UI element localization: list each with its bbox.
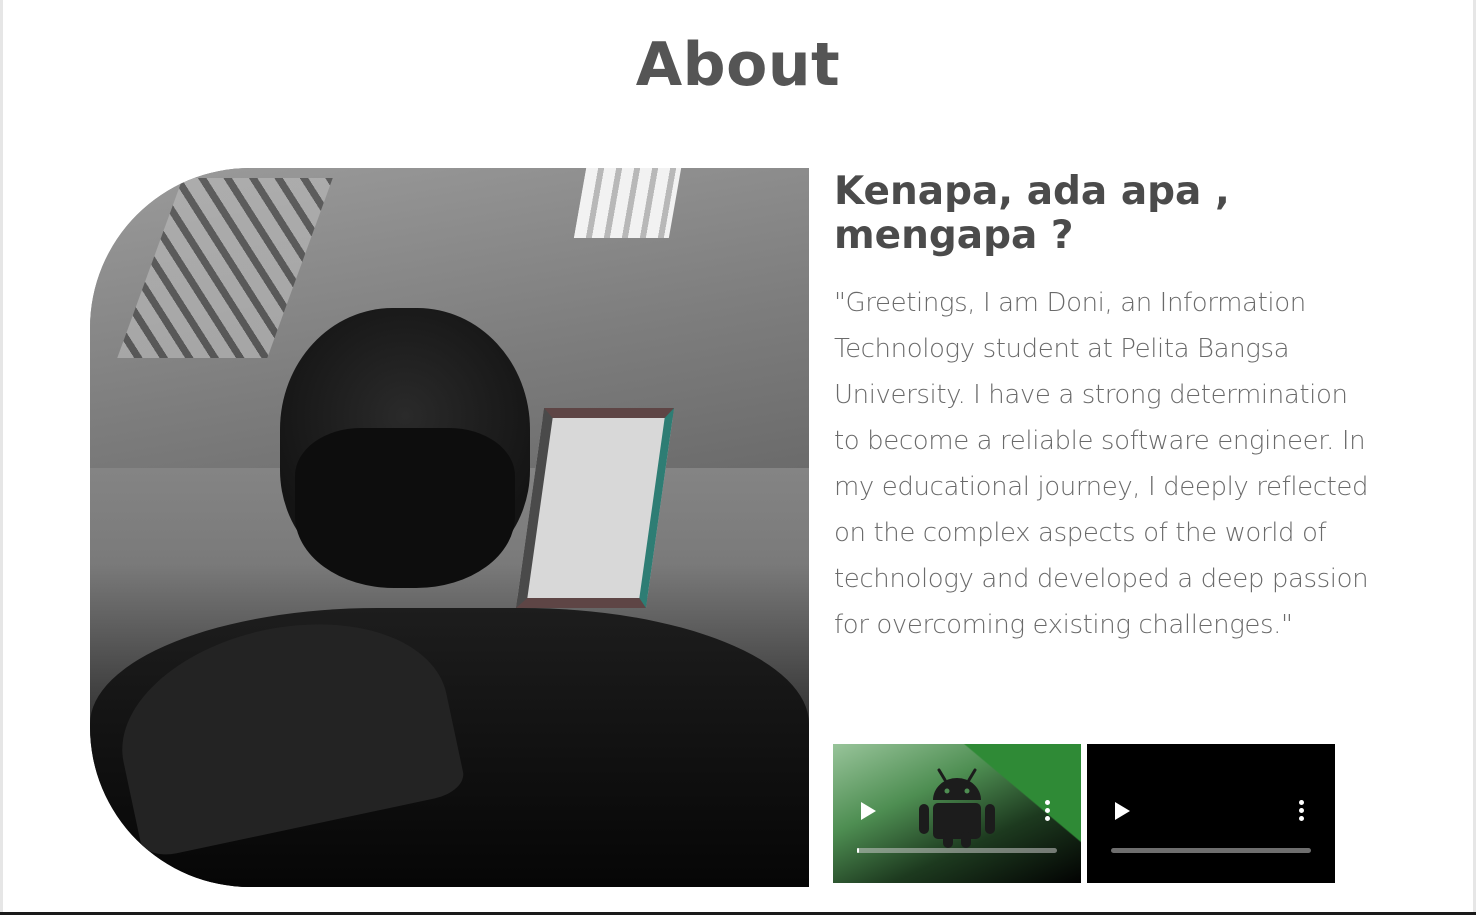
about-bio: "Greetings, I am Doni, an Information Te… [834,288,1369,640]
section-title: About [635,30,841,100]
video-progress-bar[interactable] [1111,848,1311,853]
about-heading: Kenapa, ada apa , mengapa ? [834,169,1230,258]
video-player-1[interactable] [833,744,1081,883]
video-progress-fill [857,848,859,853]
photo-person-mask [295,428,515,588]
profile-photo [90,168,809,887]
video-player-2[interactable] [1087,744,1335,883]
page-border-left [0,0,3,915]
photo-window [515,408,675,608]
play-icon[interactable] [1115,802,1130,820]
play-icon[interactable] [861,802,876,820]
more-options-icon[interactable] [1299,800,1305,822]
photo-ceiling-light [573,168,682,238]
android-icon [919,768,995,848]
video-progress-bar[interactable] [857,848,1057,853]
more-options-icon[interactable] [1045,800,1051,822]
